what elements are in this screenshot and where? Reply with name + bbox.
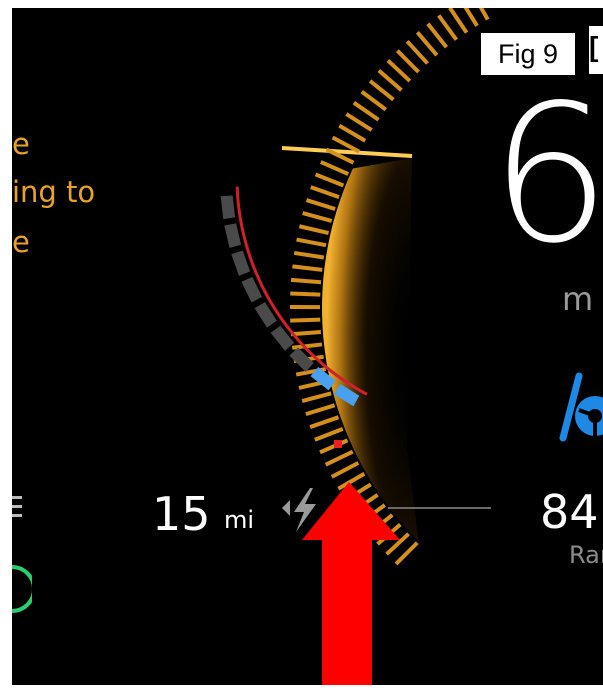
- cropped-bracket: [: [589, 26, 603, 74]
- cluster-display: e ing to e 6 m 15 mi 84 Ran: [12, 8, 603, 685]
- pointer-arrow-icon: [302, 482, 400, 685]
- figure-label: Fig 9: [481, 33, 575, 75]
